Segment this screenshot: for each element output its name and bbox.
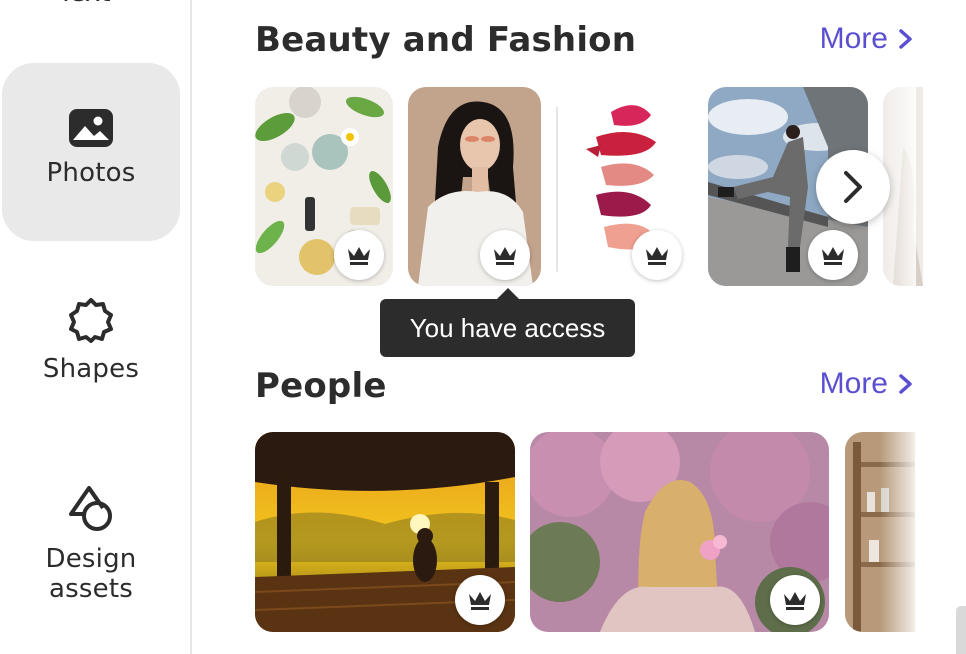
photo-icon — [69, 109, 113, 147]
photo-thumbnail-skincare[interactable] — [255, 87, 393, 286]
chevron-right-icon — [899, 374, 912, 394]
chevron-right-icon — [899, 29, 912, 49]
sidebar: Text Photos Shapes Design assets — [0, 0, 192, 654]
shape-icon — [69, 298, 113, 343]
sidebar-item-design-assets[interactable]: Design assets — [0, 484, 182, 604]
photo-thumbnail-cherry-blossom[interactable] — [530, 432, 829, 632]
tooltip-arrow — [497, 288, 519, 299]
premium-crown-badge — [334, 230, 384, 280]
crown-icon — [822, 247, 844, 265]
access-tooltip: You have access — [380, 299, 635, 357]
sidebar-item-photos[interactable]: Photos — [0, 63, 182, 241]
crown-icon — [784, 592, 806, 610]
photo-thumbnail-sunset-hut[interactable] — [255, 432, 515, 632]
more-label: More — [819, 367, 888, 400]
sidebar-item-shapes[interactable]: Shapes — [0, 296, 182, 384]
scrollbar-thumb[interactable] — [956, 606, 966, 654]
crown-icon — [646, 247, 668, 265]
more-label: More — [819, 22, 888, 55]
chevron-right-icon — [844, 171, 862, 203]
premium-crown-badge — [808, 230, 858, 280]
section-title-beauty-fashion: Beauty and Fashion — [255, 20, 637, 60]
sidebar-item-label: Photos — [46, 158, 136, 188]
sidebar-item-text-label-partial[interactable]: Text — [58, 0, 111, 8]
more-link-people[interactable]: More — [820, 367, 914, 401]
photo-thumbnail-portrait[interactable] — [408, 87, 541, 286]
sidebar-item-label: Design assets — [45, 544, 137, 604]
premium-crown-badge — [632, 230, 682, 280]
crown-icon — [494, 247, 516, 265]
photo-thumbnail-lipstick[interactable] — [556, 87, 693, 286]
design-assets-icon — [69, 486, 112, 531]
premium-crown-badge — [455, 575, 505, 625]
carousel-next-button[interactable] — [816, 150, 890, 224]
section-title-people: People — [255, 366, 387, 406]
crown-icon — [469, 592, 491, 610]
sidebar-item-label: Shapes — [42, 354, 140, 384]
crown-icon — [348, 247, 370, 265]
carousel-fade-edge — [880, 432, 916, 632]
premium-crown-badge — [770, 575, 820, 625]
sidebar-item-active-bg — [2, 63, 180, 241]
more-link-beauty-fashion[interactable]: More — [820, 22, 914, 56]
premium-crown-badge — [480, 230, 530, 280]
